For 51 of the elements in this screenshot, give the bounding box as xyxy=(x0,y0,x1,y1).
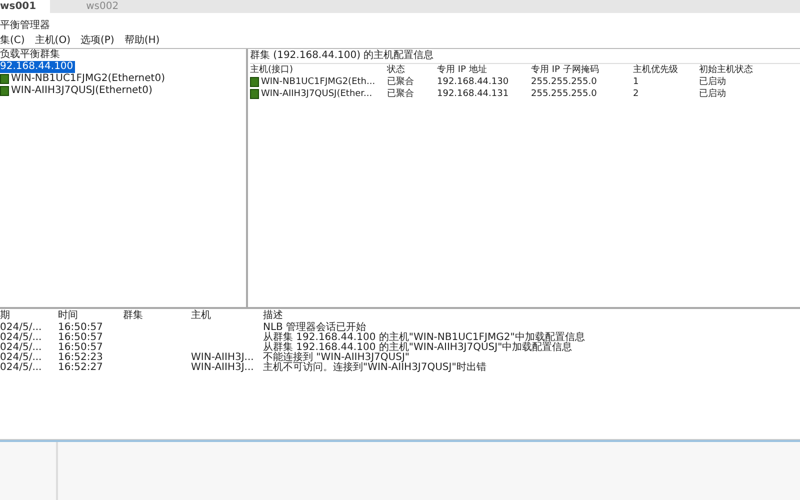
tree-item[interactable]: WIN-AIIH3J7QUSJ(Ethernet0) xyxy=(0,85,246,97)
column-header[interactable]: 初始主机状态 xyxy=(699,64,775,76)
table-cell-text: 192.168.44.131 xyxy=(437,88,510,100)
column-header[interactable]: 专用 IP 地址 xyxy=(437,64,529,76)
column-header[interactable]: 主机优先级 xyxy=(633,64,697,76)
table-cell: 024/5/... xyxy=(0,352,42,363)
table-cell-text: 已启动 xyxy=(699,88,727,100)
table-cell-text: 已启动 xyxy=(699,76,727,88)
table-cell-text: 已聚合 xyxy=(387,88,415,100)
menu-item[interactable]: 主机(O) xyxy=(34,34,70,48)
window-title: 平衡管理器 xyxy=(0,19,51,33)
table-cell: NLB 管理器会话已开始 xyxy=(263,322,366,333)
column-header[interactable]: 群集 xyxy=(123,309,166,323)
panel-title: 群集 (192.168.44.100) 的主机配置信息 xyxy=(250,49,800,64)
table-cell-text: 2 xyxy=(633,88,640,100)
column-header[interactable]: 期 xyxy=(0,309,33,323)
table-cell: 024/5/... xyxy=(0,342,42,353)
table-cell: 16:50:57 xyxy=(58,342,103,353)
table-cell: WIN-NB1UC1FJMG2(Eth... xyxy=(250,76,385,88)
column-header[interactable]: 状态 xyxy=(387,64,435,76)
table-cell: 从群集 192.168.44.100 的主机"WIN-NB1UC1FJMG2"中加载配置信息 xyxy=(263,332,585,343)
table-cell-text: 已聚合 xyxy=(387,76,415,88)
column-header[interactable]: 主机 xyxy=(191,309,238,323)
table-cell: 主机不可访问。连接到"WIN-AIIH3J7QUSJ"时出错 xyxy=(263,362,486,373)
table-cell: WIN-AIIH3J... xyxy=(191,352,254,363)
tab[interactable]: ws001 xyxy=(0,0,50,13)
column-header[interactable]: 描述 xyxy=(263,309,283,323)
table-cell: WIN-AIIH3J7QUSJ(Ether... xyxy=(250,88,385,100)
column-header[interactable]: 专用 IP 子网掩码 xyxy=(531,64,631,76)
table-cell: WIN-AIIH3J... xyxy=(191,362,254,373)
table-cell: 024/5/... xyxy=(0,322,42,333)
table-cell-text: 255.255.255.0 xyxy=(531,76,598,88)
menu-item[interactable]: 选项(P) xyxy=(80,34,114,48)
tree-item[interactable]: WIN-NB1UC1FJMG2(Ethernet0) xyxy=(0,73,246,85)
tree-item[interactable]: 92.168.44.100 xyxy=(0,61,76,73)
table-cell: 024/5/... xyxy=(0,362,42,373)
column-header[interactable]: 时间 xyxy=(58,309,98,323)
table-cell: 16:50:57 xyxy=(58,332,103,343)
table-cell: 024/5/... xyxy=(0,332,42,343)
menu-item[interactable]: 集(C) xyxy=(0,34,25,48)
table-cell: 16:50:57 xyxy=(58,322,103,333)
table-cell-text: 192.168.44.130 xyxy=(437,76,510,88)
table-cell: 16:52:27 xyxy=(58,362,103,373)
column-header[interactable]: 主机(接口) xyxy=(250,64,385,76)
table-cell-text: 255.255.255.0 xyxy=(531,88,598,100)
table-cell: 不能连接到 "WIN-AIIH3J7QUSJ" xyxy=(263,352,410,363)
table-cell-text: 1 xyxy=(633,76,640,88)
menu-item[interactable]: 帮助(H) xyxy=(124,34,160,48)
table-cell: 从群集 192.168.44.100 的主机"WIN-AIIH3J7QUSJ"中加载配置信息 xyxy=(263,342,572,353)
table-cell: 16:52:23 xyxy=(58,352,103,363)
tree-item[interactable]: 负载平衡群集 xyxy=(0,49,246,61)
